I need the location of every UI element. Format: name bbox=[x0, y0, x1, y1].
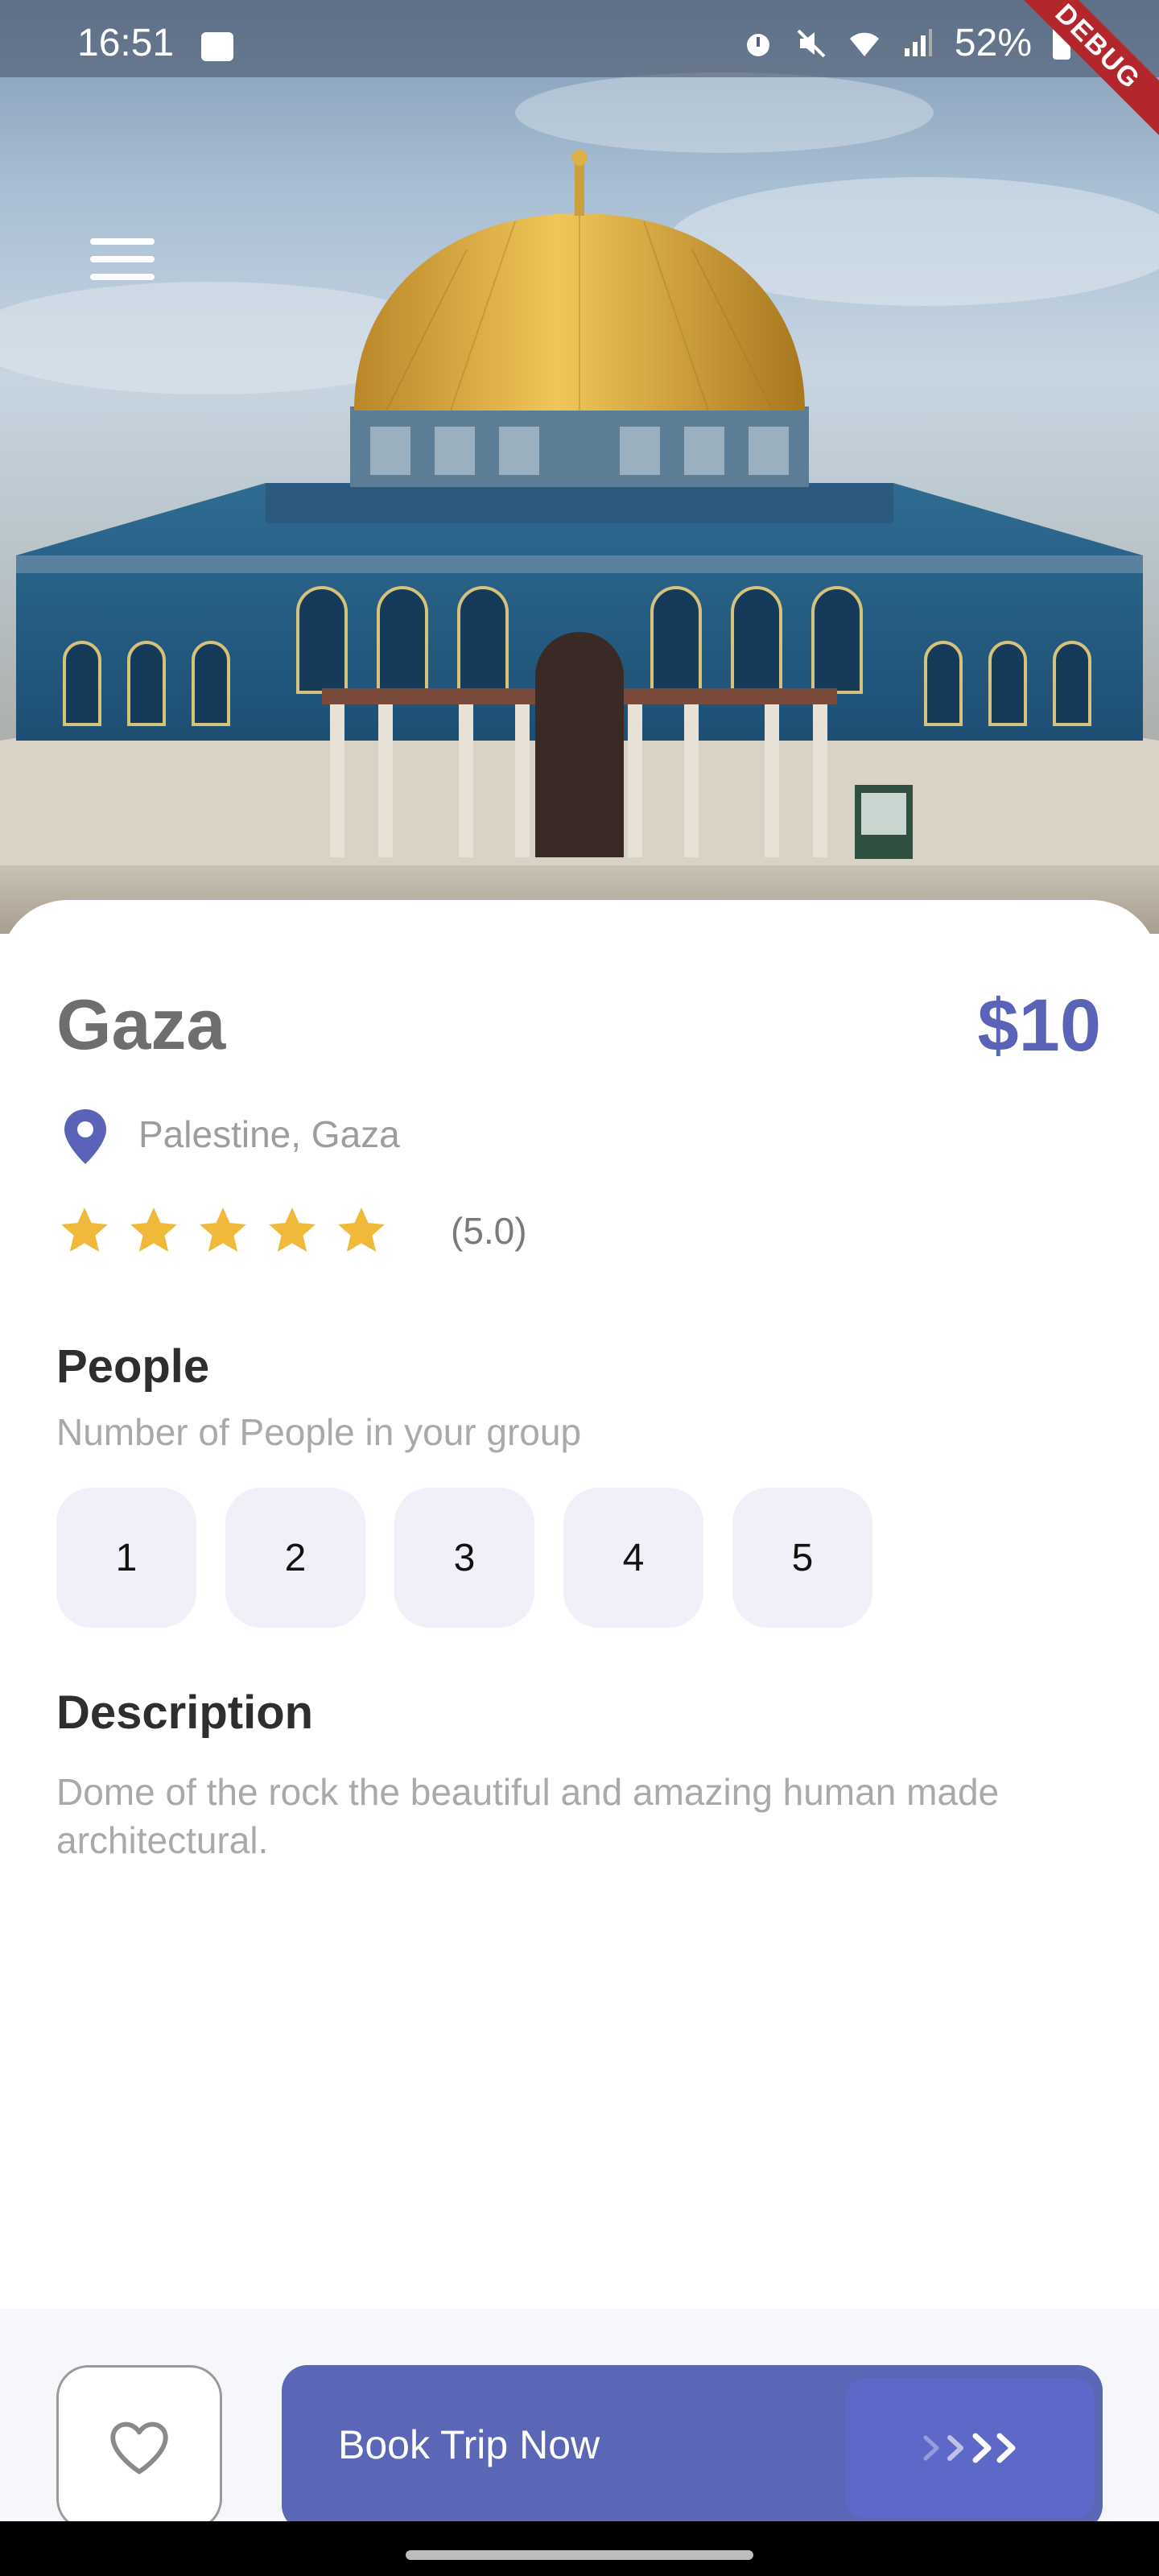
status-time: 16:51 bbox=[77, 22, 175, 64]
system-navigation-bar bbox=[0, 2521, 1159, 2576]
signal-icon bbox=[904, 28, 932, 56]
triple-chevron-right-icon bbox=[923, 2433, 1016, 2463]
people-options: 1 2 3 4 5 bbox=[56, 1488, 872, 1628]
book-trip-button[interactable]: Book Trip Now bbox=[282, 2365, 1103, 2531]
people-option-4[interactable]: 4 bbox=[563, 1488, 703, 1628]
alarm-icon bbox=[746, 33, 769, 56]
home-indicator[interactable] bbox=[406, 2550, 753, 2560]
favorite-button[interactable] bbox=[56, 2365, 222, 2531]
star-icon bbox=[200, 1208, 246, 1252]
people-title: People bbox=[56, 1340, 210, 1393]
hero-image: 16:51 52% DEBUG bbox=[0, 0, 1159, 934]
status-bar: 16:51 52% bbox=[0, 0, 1159, 77]
people-subtitle: Number of People in your group bbox=[56, 1411, 582, 1453]
dome-of-the-rock-image bbox=[0, 72, 1159, 934]
description-title: Description bbox=[56, 1686, 314, 1739]
rating-value: (5.0) bbox=[451, 1210, 527, 1252]
status-icons: 52% bbox=[742, 21, 1070, 65]
people-option-5[interactable]: 5 bbox=[732, 1488, 872, 1628]
description-text: Dome of the rock the beautiful and amazi… bbox=[56, 1771, 1000, 1861]
swipe-handle[interactable] bbox=[845, 2378, 1095, 2518]
destination-price: $10 bbox=[977, 985, 1102, 1067]
menu-icon bbox=[90, 238, 155, 245]
menu-button[interactable] bbox=[90, 238, 155, 290]
people-option-3[interactable]: 3 bbox=[394, 1488, 534, 1628]
mute-icon bbox=[797, 29, 826, 57]
image-icon bbox=[201, 32, 233, 61]
star-icon bbox=[130, 1208, 177, 1252]
heart-icon bbox=[110, 2421, 168, 2475]
people-option-1[interactable]: 1 bbox=[56, 1488, 196, 1628]
location-text: Palestine, Gaza bbox=[138, 1113, 400, 1155]
star-icon bbox=[338, 1208, 385, 1252]
star-icon bbox=[269, 1208, 316, 1252]
battery-text: 52% bbox=[954, 22, 1032, 64]
rating-stars bbox=[58, 1204, 388, 1257]
star-icon bbox=[61, 1208, 108, 1252]
location-pin-icon bbox=[64, 1109, 106, 1164]
book-trip-label: Book Trip Now bbox=[338, 2422, 600, 2467]
wifi-icon bbox=[849, 32, 879, 56]
people-option-2[interactable]: 2 bbox=[225, 1488, 365, 1628]
destination-title: Gaza bbox=[56, 985, 226, 1064]
